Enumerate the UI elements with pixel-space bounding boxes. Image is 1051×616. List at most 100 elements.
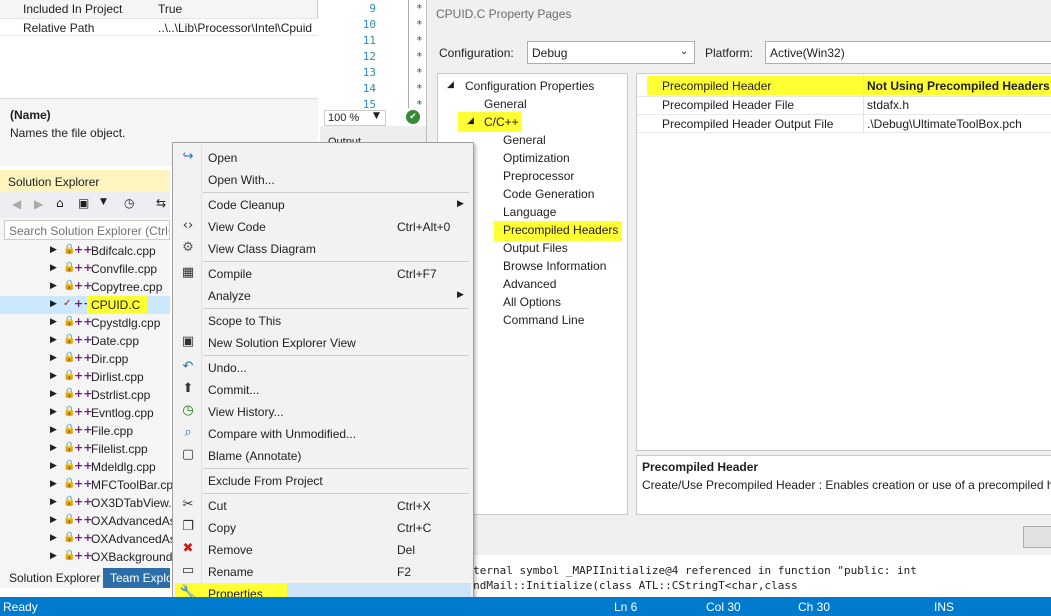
expand-icon[interactable]: ▶ (50, 515, 57, 525)
tree-item-cpp-child[interactable]: All Options (503, 295, 561, 309)
sync-icon[interactable]: ⇆ (156, 196, 166, 210)
tree-item-cpp-child[interactable]: Advanced (503, 277, 556, 291)
menu-item-analyze[interactable]: Analyze ▶ (175, 285, 471, 307)
expand-icon[interactable]: ▶ (50, 551, 57, 561)
menu-item-rename[interactable]: ▭ Rename F2 (175, 561, 471, 583)
line-number: 11 (362, 34, 376, 47)
expand-icon[interactable]: ▶ (50, 461, 57, 471)
file-item[interactable]: ▶ 🔒 ++ Dirlist.cpp (0, 368, 170, 386)
output-window[interactable]: ed external symbol _MAPIInitialize@4 ref… (426, 555, 1051, 597)
file-item[interactable]: ▶ 🔒 ++ Bdifcalc.cpp (0, 242, 170, 260)
file-item[interactable]: ▶ 🔒 ++ Dstrlist.cpp (0, 386, 170, 404)
file-item[interactable]: ▶ 🔒 ++ Dir.cpp (0, 350, 170, 368)
cpp-file-icon: ++ (74, 243, 93, 256)
menu-item-blame-annotate[interactable]: ▢ Blame (Annotate) (175, 445, 471, 467)
tree-item-cpp-child[interactable]: Code Generation (503, 187, 594, 201)
chevron-down-icon[interactable]: ▼ (100, 197, 107, 207)
zoom-combo[interactable]: 100 % ▼ (324, 110, 386, 126)
expand-icon[interactable]: ▶ (50, 263, 57, 273)
menu-item-new-solution-explorer-view[interactable]: ▣ New Solution Explorer View (175, 332, 471, 354)
grid-name-precompiled-header-file[interactable]: Precompiled Header File (662, 98, 794, 112)
tab-team-explorer[interactable]: Team Explorer (103, 568, 170, 588)
grid-name-precompiled-header[interactable]: Precompiled Header (662, 79, 771, 93)
file-item[interactable]: ▶ 🔒 ++ Date.cpp (0, 332, 170, 350)
grid-value-output-file[interactable]: .\Debug\UltimateToolBox.pch (867, 117, 1022, 131)
file-item[interactable]: ▶ 🔒 ++ File.cpp (0, 422, 170, 440)
forward-icon[interactable]: ▶ (34, 197, 43, 211)
dialog-button[interactable] (1023, 526, 1051, 548)
menu-item-code-cleanup[interactable]: Code Cleanup ▶ (175, 194, 471, 216)
menu-item-open[interactable]: ↪ Open (175, 147, 471, 169)
expand-icon[interactable]: ▶ (50, 479, 57, 489)
switch-views-icon[interactable]: ▣ (78, 196, 89, 210)
file-item[interactable]: ▶ 🔒 ++ OXAdvancedAssertMail.cpp (0, 530, 240, 548)
tree-item-cpp-child[interactable]: Optimization (503, 151, 570, 165)
menu-item-copy[interactable]: ❐ Copy Ctrl+C (175, 517, 471, 539)
menu-item-undo[interactable]: ↶ Undo... (175, 357, 471, 379)
tree-item-cpp-child[interactable]: Preprocessor (503, 169, 574, 183)
menu-item-view-code[interactable]: ‹› View Code Ctrl+Alt+0 (175, 216, 471, 238)
tree-item-cpp-child[interactable]: Command Line (503, 313, 584, 327)
expand-icon[interactable]: ▶ (50, 281, 57, 291)
expand-icon[interactable]: ▶ (50, 407, 57, 417)
file-item[interactable]: ▶ 🔒 ++ Cpystdlg.cpp (0, 314, 170, 332)
file-item[interactable]: ▶ 🔒 ++ Mdeldlg.cpp (0, 458, 170, 476)
home-icon[interactable]: ⌂ (56, 196, 64, 210)
file-item[interactable]: ▶ 🔒 ++ Filelist.cpp (0, 440, 170, 458)
menu-item-exclude-from-project[interactable]: Exclude From Project (175, 470, 471, 492)
menu-item-compile[interactable]: ▦ Compile Ctrl+F7 (175, 263, 471, 285)
file-item[interactable]: ▶ 🔒 ++ Convfile.cpp (0, 260, 170, 278)
expand-icon[interactable]: ▶ (50, 389, 57, 399)
file-item[interactable]: ▶ 🔒 ++ MFCToolBar.cpp (0, 476, 180, 494)
expand-icon[interactable]: ▶ (50, 371, 57, 381)
expanded-icon[interactable]: ◢ (467, 116, 474, 126)
back-icon[interactable]: ◀ (12, 197, 21, 211)
platform-select[interactable]: Active(Win32) (765, 41, 1051, 64)
file-item[interactable]: ▶ 🔒 ++ Evntlog.cpp (0, 404, 170, 422)
property-row-relative-path[interactable]: Relative Path ..\..\Lib\Processor\Intel\… (0, 18, 318, 36)
menu-item-commit[interactable]: ⬆ Commit... (175, 379, 471, 401)
grid-value-precompiled-header-file[interactable]: stdafx.h (867, 98, 909, 112)
expand-icon[interactable]: ▶ (50, 335, 57, 345)
expanded-icon[interactable]: ◢ (447, 80, 454, 90)
grid-name-output-file[interactable]: Precompiled Header Output File (662, 117, 833, 131)
menu-item-scope-to-this[interactable]: Scope to This (175, 310, 471, 332)
tree-item-cpp-child[interactable]: Browse Information (503, 259, 606, 273)
tab-solution-explorer[interactable]: Solution Explorer (0, 568, 102, 588)
menu-item-compare-with-unmodified[interactable]: ⌕ Compare with Unmodified... (175, 423, 471, 445)
expand-icon[interactable]: ▶ (50, 425, 57, 435)
file-item[interactable]: ▶ 🔒 ++ Copytree.cpp (0, 278, 170, 296)
expand-icon[interactable]: ▶ (50, 533, 57, 543)
history-icon[interactable]: ◷ (124, 196, 134, 210)
property-row-included[interactable]: Included In Project True (0, 0, 318, 18)
file-item[interactable]: ▶ 🔒 ++ OXAdvancedAssert.cpp (0, 512, 218, 530)
tree-item-cpp-child[interactable]: Output Files (503, 241, 568, 255)
expand-icon[interactable]: ▶ (50, 497, 57, 507)
menu-item-open-with[interactable]: Open With... (175, 169, 471, 191)
search-input[interactable]: Search Solution Explorer (Ctrl+;) (4, 220, 170, 240)
expand-icon[interactable]: ▶ (50, 443, 57, 453)
status-ready: Ready (3, 600, 38, 614)
configuration-select[interactable]: Debug ⌄ (527, 41, 695, 64)
menu-item-cut[interactable]: ✂ Cut Ctrl+X (175, 495, 471, 517)
tree-item-cpp-child[interactable]: General (503, 133, 546, 147)
tree-item-cpp-child[interactable]: Precompiled Headers (503, 223, 618, 237)
file-label: Cpystdlg.cpp (91, 316, 161, 330)
tree-item-cpp-child[interactable]: Language (503, 205, 556, 219)
file-item[interactable]: ▶ 🔒 ++ OX3DTabView.cpp (0, 494, 191, 512)
expand-icon[interactable]: ▶ (50, 299, 57, 309)
tree-item-configuration-properties[interactable]: Configuration Properties (465, 79, 594, 93)
grid-value-precompiled-header[interactable]: Not Using Precompiled Headers (867, 79, 1050, 93)
file-label: Dir.cpp (91, 352, 129, 366)
tree-item-c-cpp[interactable]: C/C++ (484, 115, 519, 129)
file-item[interactable]: ▶ 🔒 ++ OXBackgroundPainter.cpp (0, 548, 232, 566)
expand-icon[interactable]: ▶ (50, 353, 57, 363)
menu-item-remove[interactable]: ✖ Remove Del (175, 539, 471, 561)
code-editor[interactable]: 9 10 11 12 13 14 15 * * * * * * * 100 % … (320, 0, 426, 126)
file-item[interactable]: ▶ ✓ ++ CPUID.C (0, 296, 170, 314)
menu-item-view-history[interactable]: ◷ View History... (175, 401, 471, 423)
menu-item-view-class-diagram[interactable]: ⚙ View Class Diagram (175, 238, 471, 260)
expand-icon[interactable]: ▶ (50, 317, 57, 327)
expand-icon[interactable]: ▶ (50, 245, 57, 255)
tree-item-general[interactable]: General (484, 97, 527, 111)
